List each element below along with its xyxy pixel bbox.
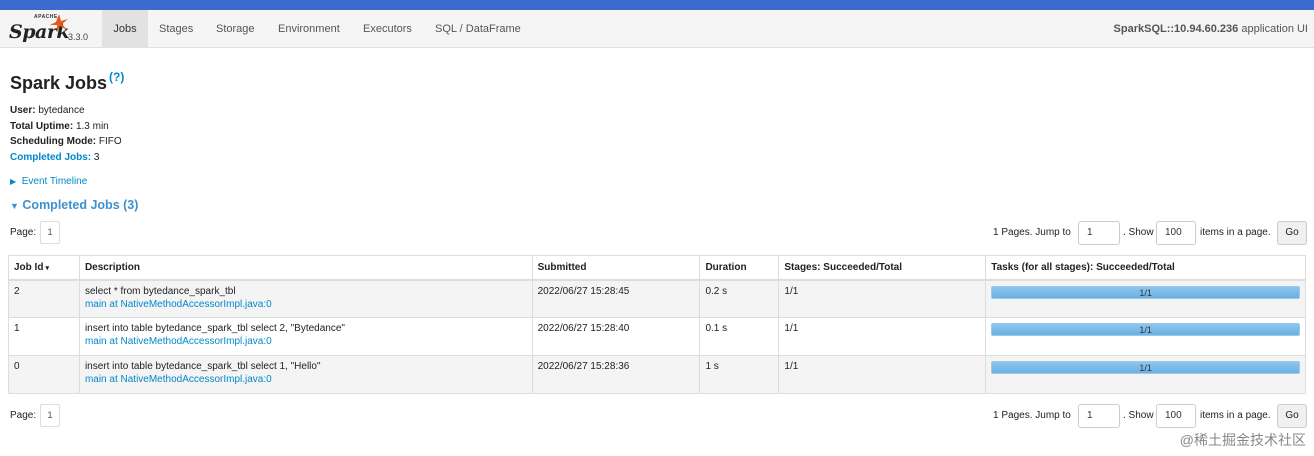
progress-label: 1/1 xyxy=(1139,325,1152,335)
duration-cell: 1 s xyxy=(699,355,780,394)
submitted-cell: 2022/06/27 15:28:45 xyxy=(531,279,701,318)
summary-user: User: bytedance xyxy=(10,103,122,119)
browser-top-strip xyxy=(0,0,1314,10)
items-text: items in a page. xyxy=(1200,410,1271,421)
job-summary: User: bytedance Total Uptime: 1.3 min Sc… xyxy=(10,103,122,165)
job-detail-link[interactable]: main at NativeMethodAccessorImpl.java:0 xyxy=(85,299,527,310)
page-label-top: Page: xyxy=(10,227,37,238)
tab-environment[interactable]: Environment xyxy=(278,10,340,48)
tab-storage[interactable]: Storage xyxy=(216,10,255,48)
page-label-bottom: Page: xyxy=(10,410,37,421)
items-text: items in a page. xyxy=(1200,227,1271,238)
col-description[interactable]: Description xyxy=(78,255,533,281)
col-job-id-label: Job Id xyxy=(14,261,44,273)
table-header-row: Job Id ▾ Description Submitted Duration S… xyxy=(8,255,1306,281)
spark-logo[interactable]: APACHE Spark 3.3.0 xyxy=(8,13,96,45)
job-description: insert into table bytedance_spark_tbl se… xyxy=(84,323,345,334)
summary-mode-value: FIFO xyxy=(98,136,122,147)
go-button[interactable]: Go xyxy=(1277,221,1307,245)
spark-star-icon xyxy=(50,14,68,32)
go-button[interactable]: Go xyxy=(1277,404,1307,428)
jump-to-page-input[interactable]: 1 xyxy=(1078,404,1120,428)
pages-text: 1 Pages. Jump to xyxy=(993,410,1071,421)
tasks-cell: 1/1 xyxy=(985,355,1306,394)
show-text: . Show xyxy=(1123,410,1154,421)
app-name: SparkSQL::10.94.60.236 xyxy=(1113,23,1239,35)
duration-cell: 0.1 s xyxy=(699,317,780,356)
summary-completed: Completed Jobs: 3 xyxy=(10,150,122,166)
submitted-cell: 2022/06/27 15:28:40 xyxy=(531,317,701,356)
job-id-cell: 1 xyxy=(8,317,80,356)
help-link[interactable]: (?) xyxy=(109,70,124,84)
table-row: 0 insert into table bytedance_spark_tbl … xyxy=(8,355,1306,394)
page-link-top[interactable]: 1 xyxy=(40,221,60,244)
summary-completed-value: 3 xyxy=(93,151,100,163)
event-timeline-label: Event Timeline xyxy=(21,176,88,187)
description-cell: select * from bytedance_spark_tblmain at… xyxy=(78,279,533,318)
table-row: 2 select * from bytedance_spark_tblmain … xyxy=(8,279,1306,318)
job-detail-link[interactable]: main at NativeMethodAccessorImpl.java:0 xyxy=(85,336,527,347)
job-id-cell: 2 xyxy=(8,279,80,318)
duration-cell: 0.2 s xyxy=(699,279,780,318)
tab-jobs[interactable]: Jobs xyxy=(102,10,148,48)
page-link-bottom[interactable]: 1 xyxy=(40,404,60,427)
summary-uptime-value: 1.3 min xyxy=(75,120,109,132)
tasks-cell: 1/1 xyxy=(985,279,1306,318)
caret-right-icon: ▶ xyxy=(10,177,17,186)
summary-mode-label: Scheduling Mode: xyxy=(10,136,97,147)
completed-jobs-header[interactable]: ▼ Completed Jobs (3) xyxy=(10,198,138,212)
jobs-table: Job Id ▾ Description Submitted Duration S… xyxy=(8,255,1306,394)
caret-down-icon: ▼ xyxy=(10,201,19,211)
col-tasks[interactable]: Tasks (for all stages): Succeeded/Total xyxy=(985,255,1306,281)
summary-mode: Scheduling Mode: FIFO xyxy=(10,134,122,150)
tasks-progress-bar: 1/1 xyxy=(991,285,1300,299)
col-duration[interactable]: Duration xyxy=(699,255,780,281)
pages-text: 1 Pages. Jump to xyxy=(993,227,1071,238)
description-cell: insert into table bytedance_spark_tbl se… xyxy=(78,355,533,394)
show-text: . Show xyxy=(1123,227,1154,238)
stages-cell: 1/1 xyxy=(778,355,987,394)
col-job-id[interactable]: Job Id ▾ xyxy=(8,255,80,281)
completed-jobs-link[interactable]: Completed Jobs: xyxy=(10,152,91,163)
stages-cell: 1/1 xyxy=(778,279,987,318)
progress-label: 1/1 xyxy=(1139,287,1152,298)
col-submitted[interactable]: Submitted xyxy=(531,255,701,281)
progress-label: 1/1 xyxy=(1139,363,1152,373)
navbar: APACHE Spark 3.3.0 Jobs Stages Storage E… xyxy=(0,10,1314,48)
jump-to-page-input[interactable]: 1 xyxy=(1078,221,1120,245)
app-suffix: application UI xyxy=(1238,23,1308,35)
watermark: @稀土掘金技术社区 xyxy=(1179,432,1306,448)
job-detail-link[interactable]: main at NativeMethodAccessorImpl.java:0 xyxy=(85,374,527,385)
submitted-cell: 2022/06/27 15:28:36 xyxy=(531,355,701,394)
summary-uptime-label: Total Uptime: xyxy=(10,120,74,132)
pager-top: 1 Pages. Jump to 1 . Show 100 items in a… xyxy=(993,221,1307,245)
completed-jobs-title: Completed Jobs (3) xyxy=(22,198,139,212)
page-title: Spark Jobs xyxy=(10,73,108,93)
summary-user-label: User: xyxy=(10,105,36,116)
event-timeline-toggle[interactable]: ▶ Event Timeline xyxy=(10,176,87,187)
sort-desc-icon: ▾ xyxy=(45,264,49,272)
summary-uptime: Total Uptime: 1.3 min xyxy=(10,119,122,135)
description-cell: insert into table bytedance_spark_tbl se… xyxy=(78,317,533,356)
summary-user-value: bytedance xyxy=(38,105,85,116)
job-id-cell: 0 xyxy=(8,355,80,394)
job-description: select * from bytedance_spark_tbl xyxy=(84,285,236,297)
tab-stages[interactable]: Stages xyxy=(159,10,193,48)
tasks-cell: 1/1 xyxy=(985,317,1306,356)
tab-executors[interactable]: Executors xyxy=(363,10,412,48)
page-size-input[interactable]: 100 xyxy=(1156,404,1196,428)
stages-cell: 1/1 xyxy=(778,317,987,356)
tasks-progress-bar: 1/1 xyxy=(991,323,1300,336)
tab-sql-dataframe[interactable]: SQL / DataFrame xyxy=(435,10,521,48)
col-stages[interactable]: Stages: Succeeded/Total xyxy=(778,255,987,281)
page-size-input[interactable]: 100 xyxy=(1156,221,1196,245)
table-row: 1 insert into table bytedance_spark_tbl … xyxy=(8,317,1306,356)
app-title: SparkSQL::10.94.60.236 application UI xyxy=(1114,10,1308,48)
pager-bottom: 1 Pages. Jump to 1 . Show 100 items in a… xyxy=(993,404,1307,428)
spark-version: 3.3.0 xyxy=(68,32,89,42)
tasks-progress-bar: 1/1 xyxy=(991,361,1300,374)
job-description: insert into table bytedance_spark_tbl se… xyxy=(84,361,321,372)
